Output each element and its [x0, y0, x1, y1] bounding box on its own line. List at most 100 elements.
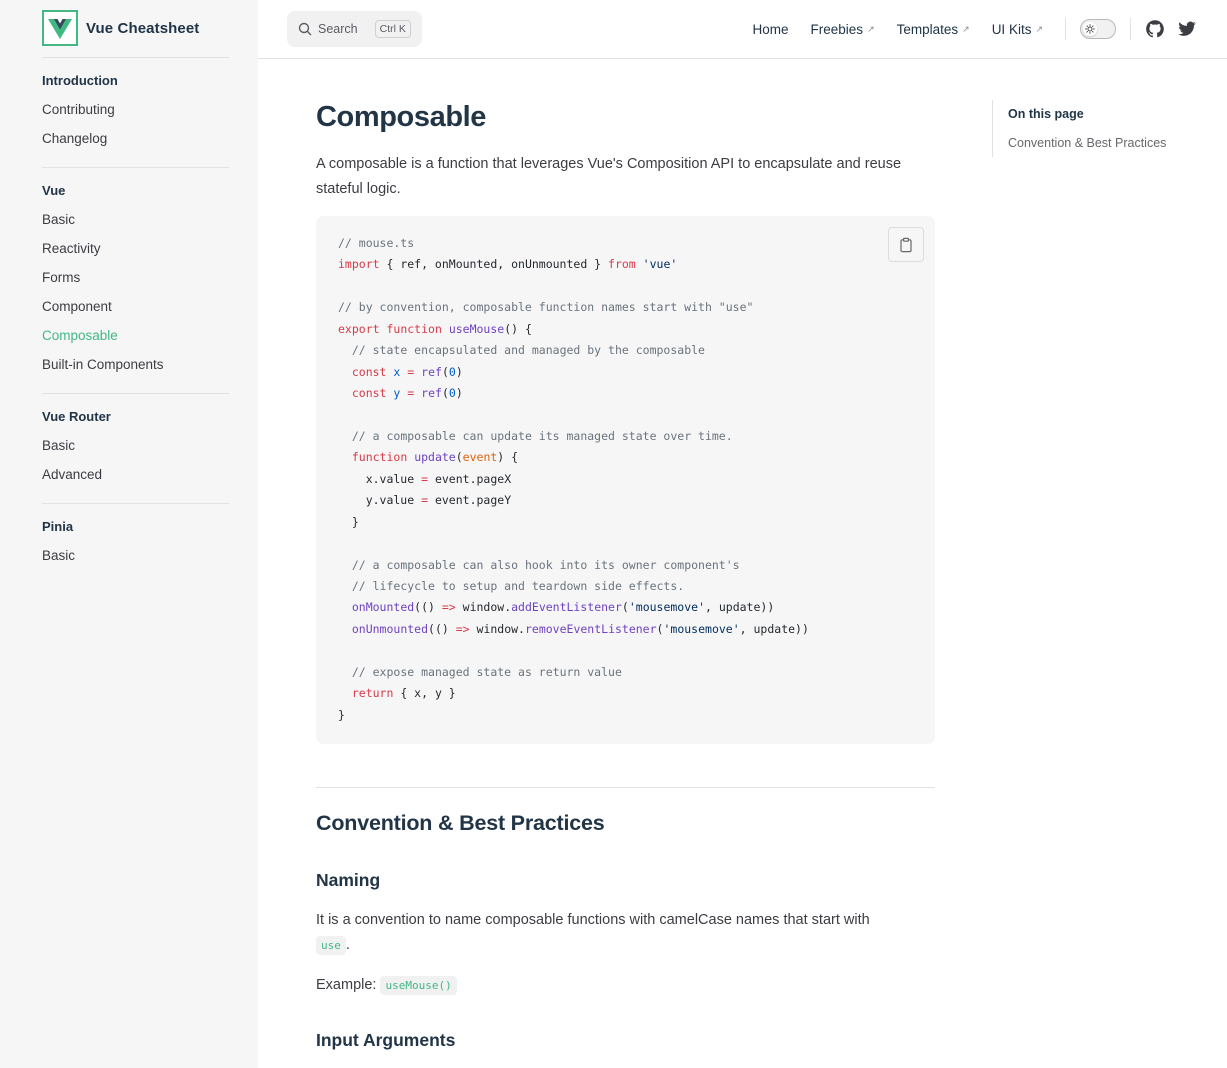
sidebar-divider: [42, 57, 229, 58]
code-token: event.pageY: [428, 493, 512, 508]
code-token: const: [351, 364, 387, 379]
copy-code-button[interactable]: [888, 227, 924, 262]
sidebar-item-introduction-changelog[interactable]: Changelog: [42, 124, 229, 153]
sidebar-group-title: Vue: [42, 183, 66, 198]
code-token: // lifecycle to setup and teardown side …: [351, 579, 685, 593]
aside-link-convention-best-practices[interactable]: Convention & Best Practices: [1008, 129, 1202, 158]
code-token: =>: [441, 600, 456, 615]
sidebar-group-title: Pinia: [42, 519, 74, 534]
code-line: function update(event) {: [338, 447, 809, 468]
code-token: }: [338, 707, 345, 722]
top-bar: Search Ctrl K Home Freebies ↗ Templates ↗ UI …: [258, 0, 1227, 59]
code-line: const x = ref(0): [338, 362, 809, 383]
nav-link-freebies[interactable]: Freebies ↗: [811, 22, 875, 37]
social-divider: [1130, 18, 1131, 40]
code-token: useMouse: [448, 321, 505, 336]
code-token: { x, y }: [393, 686, 456, 701]
sidebar-item-vue-forms[interactable]: Forms: [42, 263, 229, 292]
sidebar-item-vue-router-advanced[interactable]: Advanced: [42, 460, 229, 489]
search-label: Search: [318, 22, 358, 36]
code-lines: // mouse.ts import { ref, onMounted, onUn…: [338, 233, 809, 726]
code-line: }: [338, 512, 809, 533]
inline-code-example: useMouse(): [380, 976, 457, 995]
code-token: ref: [421, 364, 442, 379]
sidebar-item-vue-composable[interactable]: Composable: [42, 321, 229, 350]
sidebar-group-title: Vue Router: [42, 409, 111, 424]
code-token: event.pageX: [428, 471, 512, 486]
code-token: 'mousemove': [628, 600, 706, 615]
twitter-icon[interactable]: [1177, 19, 1197, 39]
naming-paragraph: It is a convention to name composable fu…: [316, 908, 935, 958]
external-link-icon: ↗: [867, 23, 875, 34]
sidebar-item-vue-reactivity[interactable]: Reactivity: [42, 234, 229, 263]
code-line: onUnmounted(() => window.removeEventList…: [338, 619, 809, 640]
page-lead: A composable is a function that leverage…: [316, 156, 902, 197]
inline-code-use: use: [316, 936, 346, 955]
code-token: window.: [469, 621, 525, 636]
sidebar-group-title: Introduction: [42, 73, 118, 88]
code-token: 0: [448, 364, 456, 379]
search-button[interactable]: Search Ctrl K: [287, 11, 422, 47]
code-token: // a composable can update its managed s…: [351, 428, 733, 443]
code-token: const: [351, 386, 387, 401]
code-token: // state encapsulated and managed by the…: [351, 343, 705, 358]
code-token: =: [421, 493, 429, 508]
code-token: ) {: [497, 450, 519, 465]
external-link-icon: ↗: [1035, 23, 1043, 34]
code-token: // mouse.ts: [338, 236, 415, 250]
code-token: 'vue': [642, 257, 678, 272]
code-block: // mouse.ts import { ref, onMounted, onUn…: [316, 216, 935, 744]
code-token: function: [351, 450, 408, 465]
sidebar-item-vue-built-in-components[interactable]: Built-in Components: [42, 350, 229, 379]
naming-suffix: .: [345, 937, 350, 953]
sidebar: Vue Cheatsheet Introduction Contributing C…: [0, 0, 258, 1068]
code-token: () {: [504, 321, 532, 336]
code-line: y.value = event.pageY: [338, 490, 809, 511]
nav-link-label: Home: [752, 21, 789, 37]
clipboard-icon: [900, 237, 912, 252]
page-title: Composable: [316, 101, 487, 133]
github-icon[interactable]: [1145, 19, 1165, 39]
nav-link-templates[interactable]: Templates ↗: [897, 22, 970, 37]
code-line: // a composable can also hook into its o…: [338, 555, 809, 576]
sidebar-item-vue-basic[interactable]: Basic: [42, 205, 229, 234]
sidebar-item-pinia-basic[interactable]: Basic: [42, 541, 229, 570]
code-token: update: [414, 450, 456, 465]
nav-link-label: Freebies: [810, 21, 864, 37]
code-token: (: [441, 364, 449, 379]
code-line: // expose managed state as return value: [338, 662, 809, 683]
sidebar-group-vue: Vue Basic Reactivity Forms Component Composab…: [42, 176, 229, 379]
code-token: export: [338, 321, 380, 336]
search-shortcut: Ctrl K: [374, 20, 411, 38]
nav-link-home[interactable]: Home: [753, 22, 789, 37]
nav-link-ui-kits[interactable]: UI Kits ↗: [992, 22, 1043, 37]
code-token: onUnmounted: [351, 621, 429, 636]
code-token: removeEventListener: [524, 621, 657, 636]
code-line: // by convention, composable function na…: [338, 297, 809, 318]
sidebar-item-vue-component[interactable]: Component: [42, 292, 229, 321]
sidebar-item-vue-router-basic[interactable]: Basic: [42, 431, 229, 460]
top-nav-links: Home Freebies ↗ Templates ↗ UI Kits ↗: [753, 22, 1065, 37]
code-token: ): [455, 364, 463, 379]
code-token: 0: [448, 386, 456, 401]
sidebar-group-introduction: Introduction Contributing Changelog: [42, 66, 229, 153]
code-token: (: [455, 450, 463, 465]
site-logo[interactable]: Vue Cheatsheet: [42, 10, 199, 46]
section-heading-convention: Convention & Best Practices: [316, 811, 605, 835]
sidebar-group-pinia: Pinia Basic: [42, 512, 229, 570]
appearance-toggle[interactable]: [1080, 19, 1116, 39]
code-line: // a composable can update its managed s…: [338, 426, 809, 447]
sidebar-item-introduction-contributing[interactable]: Contributing: [42, 95, 229, 124]
code-line: // state encapsulated and managed by the…: [338, 340, 809, 361]
